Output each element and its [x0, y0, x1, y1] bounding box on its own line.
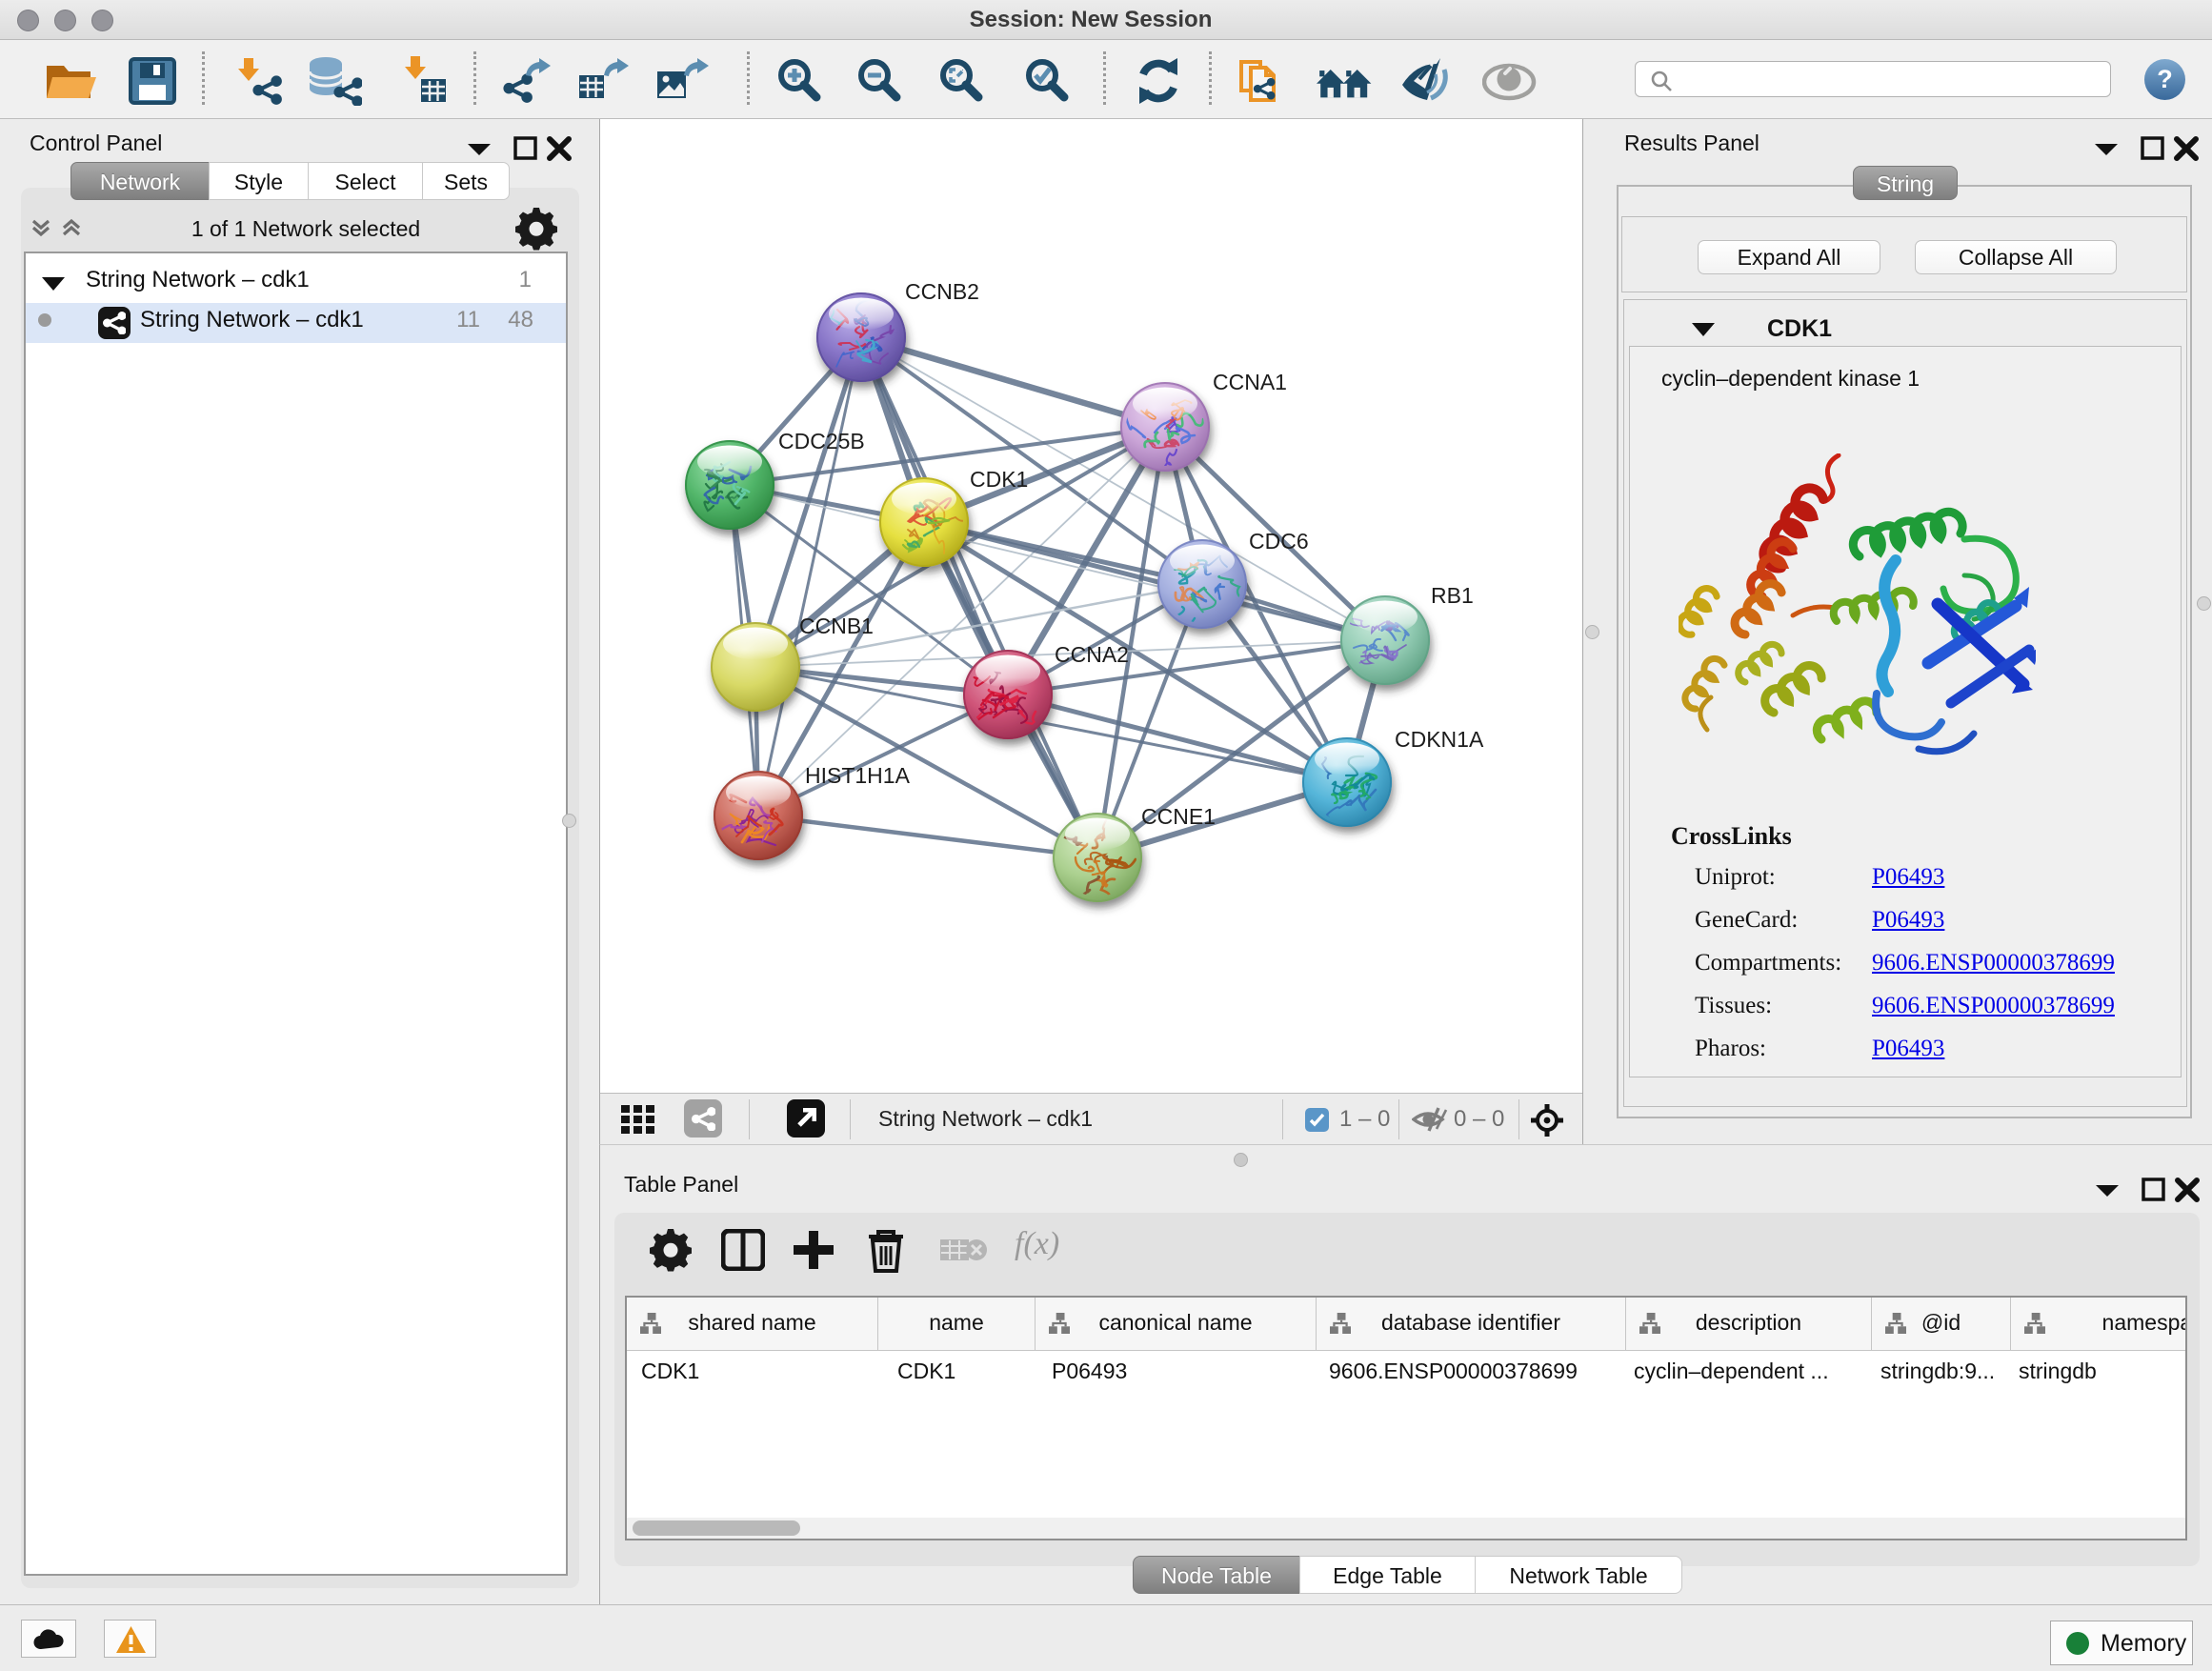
svg-text:CCNA1: CCNA1 — [1213, 370, 1287, 394]
svg-text:CCNB2: CCNB2 — [905, 279, 979, 304]
svg-text:CCNA2: CCNA2 — [1055, 642, 1129, 667]
svg-text:CDC6: CDC6 — [1249, 529, 1309, 554]
svg-text:CCNB1: CCNB1 — [799, 614, 874, 638]
svg-text:HIST1H1A: HIST1H1A — [805, 763, 911, 788]
svg-text:RB1: RB1 — [1431, 583, 1474, 608]
svg-text:CDK1: CDK1 — [970, 467, 1028, 492]
svg-text:CCNE1: CCNE1 — [1141, 804, 1216, 829]
svg-text:CDC25B: CDC25B — [778, 429, 865, 453]
svg-text:CDKN1A: CDKN1A — [1395, 727, 1484, 752]
